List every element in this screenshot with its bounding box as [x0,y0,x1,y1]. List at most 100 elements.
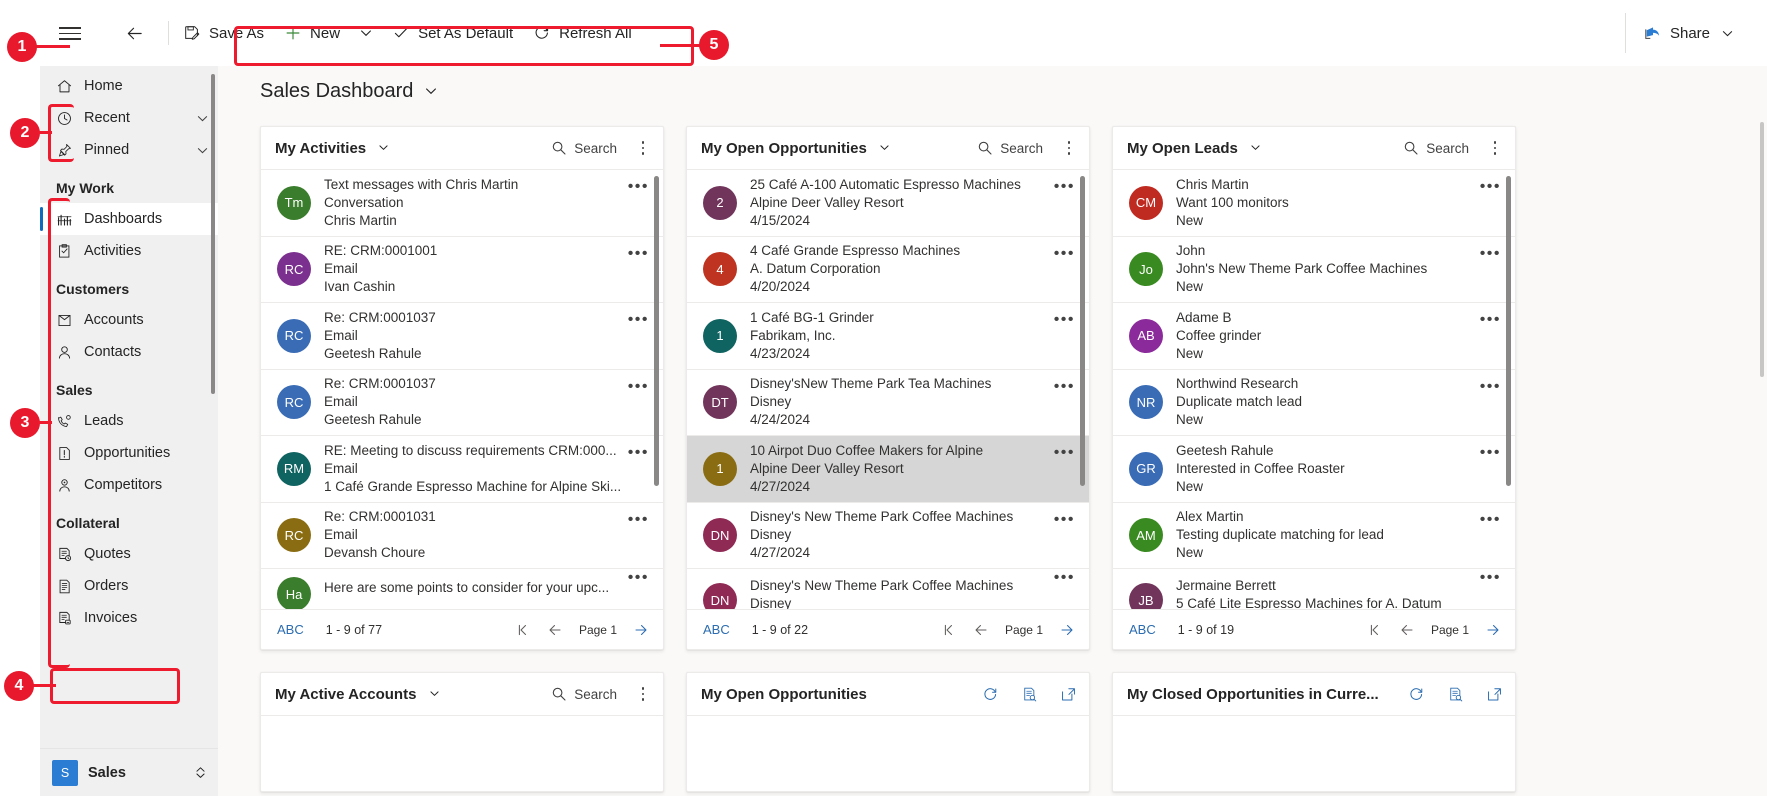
first-page-button[interactable] [941,622,957,638]
list-item-more-icon[interactable]: ••• [1480,570,1501,586]
card-chart-body[interactable] [1113,715,1515,791]
card-title[interactable]: My Active Accounts [275,686,441,703]
list-item[interactable]: 2 25 Café A-100 Automatic Espresso Machi… [687,170,1089,237]
updown-chevron-icon[interactable] [193,765,208,780]
list-item[interactable]: RM RE: Meeting to discuss requirements C… [261,436,663,503]
chevron-down-icon[interactable] [423,83,439,99]
sidebar-item-leads[interactable]: Leads [40,405,218,437]
chevron-down-icon[interactable] [377,140,390,157]
list-item-more-icon[interactable]: ••• [628,179,649,195]
next-page-button[interactable] [1059,622,1075,638]
sidebar-item-opportunities[interactable]: Opportunities [40,437,218,469]
list-item[interactable]: Tm Text messages with Chris Martin Conve… [261,170,663,237]
list-item[interactable]: NR Northwind Research Duplicate match le… [1113,370,1515,436]
refresh-all-button[interactable]: Refresh All [523,13,642,53]
share-chevron-down-icon[interactable] [1720,26,1735,41]
list-item-more-icon[interactable]: ••• [1480,511,1501,527]
previous-page-button[interactable] [1399,622,1415,638]
card-scrollbar[interactable] [1506,176,1511,486]
previous-page-button[interactable] [547,622,563,638]
card-search-button[interactable]: Search [977,140,1043,156]
list-item[interactable]: RC Re: CRM:0001037 Email Geetesh Rahule … [261,303,663,370]
list-item[interactable]: DT Disney'sNew Theme Park Tea Machines D… [687,370,1089,436]
expand-icon[interactable] [1060,686,1077,703]
chevron-down-icon[interactable] [1249,140,1262,157]
list-item-more-icon[interactable]: ••• [1480,378,1501,394]
list-item[interactable]: CM Chris Martin Want 100 monitors New ••… [1113,170,1515,237]
chevron-down-icon[interactable] [195,111,210,126]
area-switcher[interactable]: S Sales [40,748,218,796]
view-records-icon[interactable] [1021,686,1038,703]
card-scrollbar[interactable] [654,176,659,486]
card-more-options-icon[interactable] [1061,141,1077,155]
sidebar-item-competitors[interactable]: Competitors [40,469,218,501]
card-chart-body[interactable] [687,715,1089,791]
sort-alpha-button[interactable]: ABC [703,622,730,637]
sidebar-item-invoices[interactable]: Invoices [40,602,218,634]
list-item[interactable]: GR Geetesh Rahule Interested in Coffee R… [1113,436,1515,503]
list-item[interactable]: RC RE: CRM:0001001 Email Ivan Cashin ••• [261,237,663,303]
card-scrollbar[interactable] [1080,176,1085,486]
list-item-more-icon[interactable]: ••• [628,570,649,586]
list-item[interactable]: Jo John John's New Theme Park Coffee Mac… [1113,237,1515,303]
list-item-more-icon[interactable]: ••• [1480,445,1501,461]
set-as-default-button[interactable]: Set As Default [382,13,523,53]
save-as-button[interactable]: Save As [173,13,274,53]
list-item[interactable]: 4 4 Café Grande Espresso Machines A. Dat… [687,237,1089,303]
hamburger-menu-button[interactable] [40,0,100,66]
next-page-button[interactable] [633,622,649,638]
first-page-button[interactable] [1367,622,1383,638]
list-item-more-icon[interactable]: ••• [1054,245,1075,261]
back-button[interactable] [113,13,164,53]
list-item[interactable]: Ha Here are some points to consider for … [261,569,663,609]
next-page-button[interactable] [1485,622,1501,638]
chevron-down-icon[interactable] [195,143,210,158]
sidebar-item-pinned[interactable]: Pinned [40,134,218,166]
sidebar-item-orders[interactable]: Orders [40,570,218,602]
card-title[interactable]: My Open Leads [1127,140,1262,157]
refresh-icon[interactable] [1408,686,1425,703]
list-item[interactable]: AB Adame B Coffee grinder New ••• [1113,303,1515,370]
card-more-options-icon[interactable] [635,687,651,701]
previous-page-button[interactable] [973,622,989,638]
card-more-options-icon[interactable] [1487,141,1503,155]
new-button[interactable]: New [274,13,350,53]
list-item[interactable]: RC Re: CRM:0001031 Email Devansh Choure … [261,503,663,569]
list-item[interactable]: AM Alex Martin Testing duplicate matchin… [1113,503,1515,569]
sidebar-scrollbar[interactable] [211,74,215,394]
card-list[interactable]: 2 25 Café A-100 Automatic Espresso Machi… [687,169,1089,609]
list-item-more-icon[interactable]: ••• [628,378,649,394]
list-item[interactable]: 1 10 Airpot Duo Coffee Makers for Alpine… [687,436,1089,503]
share-button[interactable]: Share [1624,13,1749,53]
list-item[interactable]: DN Disney's New Theme Park Coffee Machin… [687,503,1089,569]
card-search-button[interactable]: Search [1403,140,1469,156]
sidebar-item-activities[interactable]: Activities [40,235,218,267]
sort-alpha-button[interactable]: ABC [1129,622,1156,637]
list-item[interactable]: JB Jermaine Berrett 5 Café Lite Espresso… [1113,569,1515,609]
page-scrollbar[interactable] [1760,122,1764,377]
card-list[interactable] [261,715,663,791]
expand-icon[interactable] [1486,686,1503,703]
page-title[interactable]: Sales Dashboard [218,66,1767,116]
sidebar-item-dashboards[interactable]: Dashboards [40,203,218,235]
card-list[interactable]: CM Chris Martin Want 100 monitors New ••… [1113,169,1515,609]
list-item-more-icon[interactable]: ••• [1480,179,1501,195]
sidebar-item-contacts[interactable]: Contacts [40,336,218,368]
list-item-more-icon[interactable]: ••• [1480,312,1501,328]
card-more-options-icon[interactable] [635,141,651,155]
list-item-more-icon[interactable]: ••• [1054,445,1075,461]
list-item-more-icon[interactable]: ••• [1054,179,1075,195]
list-item-more-icon[interactable]: ••• [628,312,649,328]
refresh-icon[interactable] [982,686,999,703]
card-title[interactable]: My Open Opportunities [701,140,891,157]
list-item-more-icon[interactable]: ••• [1054,511,1075,527]
card-search-button[interactable]: Search [551,686,617,702]
list-item[interactable]: RC Re: CRM:0001037 Email Geetesh Rahule … [261,370,663,436]
chevron-down-icon[interactable] [878,140,891,157]
card-list[interactable]: Tm Text messages with Chris Martin Conve… [261,169,663,609]
sidebar-item-quotes[interactable]: Quotes [40,538,218,570]
sidebar-item-recent[interactable]: Recent [40,102,218,134]
first-page-button[interactable] [515,622,531,638]
view-records-icon[interactable] [1447,686,1464,703]
list-item-more-icon[interactable]: ••• [628,445,649,461]
